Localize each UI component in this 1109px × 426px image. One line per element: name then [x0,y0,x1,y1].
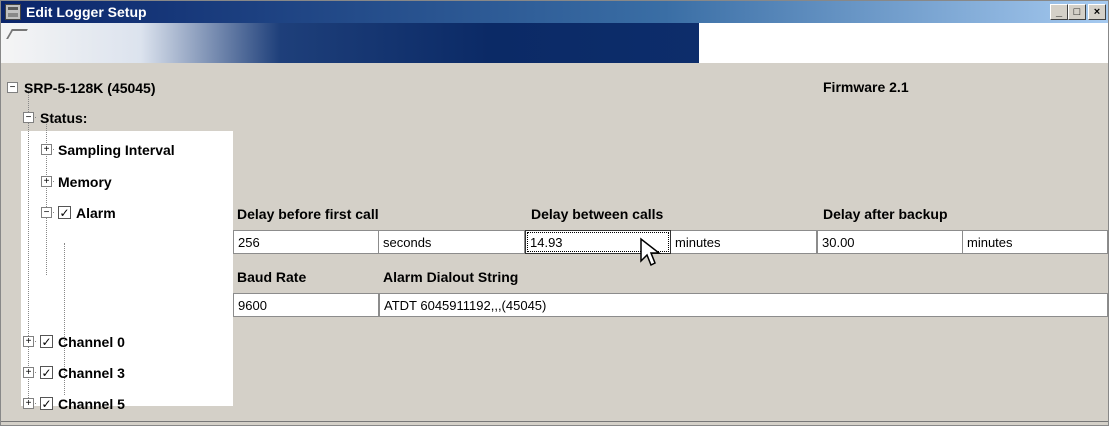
status-node[interactable]: − Status: [23,105,87,130]
memory-node[interactable]: + Memory [41,169,112,194]
tree-line [28,88,29,406]
baud-rate-input[interactable]: 9600 [233,293,379,317]
memory-label: Memory [58,173,112,190]
channel-label: Channel 3 [58,364,125,381]
status-label: Status: [40,109,88,126]
collapse-icon[interactable]: − [23,112,34,123]
window-controls: _ □ × [1050,4,1106,20]
channel-node[interactable]: + ✓ Channel 3 [23,360,125,385]
expand-icon[interactable]: + [23,336,34,347]
minimize-button[interactable]: _ [1050,4,1068,20]
title-bar[interactable]: Edit Logger Setup _ □ × [1,1,1108,23]
channel-label: Channel 0 [58,333,125,350]
sampling-interval-label: Sampling Interval [58,141,175,158]
expand-icon[interactable]: + [41,176,52,187]
bottom-border [1,421,1108,422]
delay-first-call-unit: seconds [379,230,525,254]
collapse-icon[interactable]: − [7,82,18,93]
alarm-dialout-string-input[interactable]: ATDT 6045911192,,,(45045) [379,293,1108,317]
window-title: Edit Logger Setup [26,4,147,20]
delay-between-calls-unit: minutes [671,230,817,254]
alarm-dialout-string-label: Alarm Dialout String [383,269,519,285]
firmware-version: Firmware 2.1 [823,79,909,95]
channel-checkbox[interactable]: ✓ [40,335,53,348]
alarm-node[interactable]: − ✓ Alarm [41,200,116,225]
maximize-button[interactable]: □ [1068,4,1086,20]
delay-after-backup-unit: minutes [963,230,1108,254]
collapse-icon[interactable]: − [41,207,52,218]
close-button[interactable]: × [1088,4,1106,20]
baud-rate-label: Baud Rate [237,269,307,285]
app-icon [5,4,21,20]
expand-icon[interactable]: + [23,367,34,378]
channel-label: Channel 5 [58,395,125,412]
header-banner [1,23,1108,63]
expand-icon[interactable]: + [41,144,52,155]
alarm-label: Alarm [76,204,116,221]
device-name: SRP-5-128K (45045) [24,79,156,96]
delay-after-backup-label-text: Delay after backup [823,206,948,222]
mouse-pointer-icon [640,237,662,267]
delay-first-call-input[interactable]: 256 [233,230,379,254]
channel-node[interactable]: + ✓ Channel 0 [23,329,125,354]
delay-first-call-label: Delay before first call [237,206,379,222]
delay-after-backup-input[interactable]: 30.00 [817,230,963,254]
channel-checkbox[interactable]: ✓ [40,366,53,379]
alarm-checkbox[interactable]: ✓ [58,206,71,219]
device-node[interactable]: − SRP-5-128K (45045) [7,75,156,100]
expand-icon[interactable]: + [23,398,34,409]
banner-graphic [1,23,699,63]
channel-node[interactable]: + ✓ Channel 5 [23,391,125,416]
delay-between-calls-label: Delay between calls [531,206,664,222]
sampling-interval-node[interactable]: + Sampling Interval [41,137,175,162]
channel-checkbox[interactable]: ✓ [40,397,53,410]
edit-logger-setup-window: Edit Logger Setup _ □ × − SRP-5-128K (45… [0,0,1109,426]
setup-tree-grid: − SRP-5-128K (45045) Firmware 2.1 − Stat… [3,63,1108,423]
